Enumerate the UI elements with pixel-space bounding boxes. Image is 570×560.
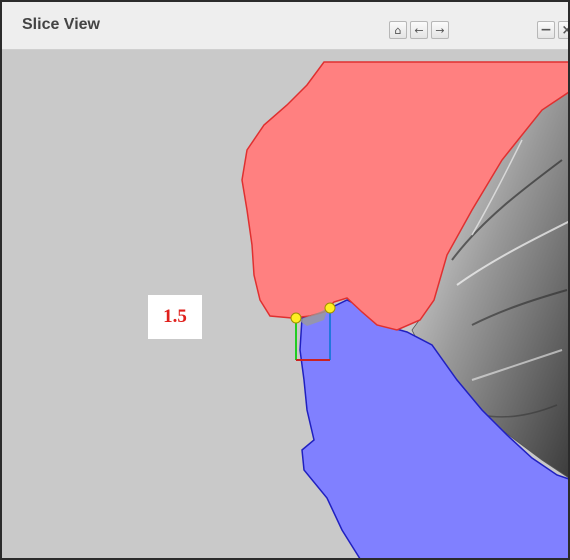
slice-view-window: Slice View ⌂ ← → − × bbox=[0, 0, 570, 560]
slice-canvas[interactable] bbox=[2, 50, 570, 560]
minimize-icon[interactable]: − bbox=[537, 21, 555, 39]
arrow-left-icon[interactable]: ← bbox=[410, 21, 428, 39]
slice-viewport[interactable] bbox=[2, 50, 570, 560]
window-title: Slice View bbox=[22, 16, 100, 33]
window-titlebar[interactable]: Slice View ⌂ ← → − × bbox=[2, 2, 568, 50]
measurement-endpoint-right[interactable] bbox=[324, 302, 336, 314]
close-icon[interactable]: × bbox=[558, 21, 568, 39]
measurement-endpoint-left[interactable] bbox=[290, 312, 302, 324]
home-icon[interactable]: ⌂ bbox=[389, 21, 407, 39]
measurement-value-label: 1.5 bbox=[148, 295, 202, 339]
arrow-right-icon[interactable]: → bbox=[431, 21, 449, 39]
